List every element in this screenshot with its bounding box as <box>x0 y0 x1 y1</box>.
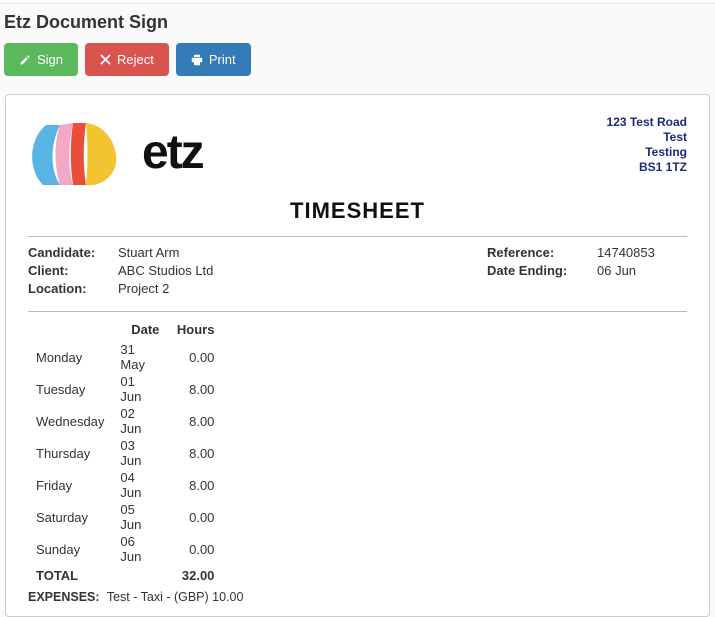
sign-button[interactable]: Sign <box>4 43 78 76</box>
reference-value: 14740853 <box>597 245 687 260</box>
day-hours: 8.00 <box>167 437 222 469</box>
client-label: Client: <box>28 263 118 278</box>
sign-button-label: Sign <box>37 52 63 67</box>
metadata-left: Candidate: Stuart Arm Client: ABC Studio… <box>28 245 213 299</box>
close-icon <box>100 54 111 65</box>
location-label: Location: <box>28 281 118 296</box>
page-header: Etz Document Sign <box>0 4 715 43</box>
print-button-label: Print <box>209 52 236 67</box>
divider <box>28 311 687 312</box>
logo-text: etz <box>142 125 203 180</box>
reference-label: Reference: <box>487 245 597 260</box>
document-frame: etz 123 Test Road Test Testing BS1 1TZ T… <box>5 94 710 617</box>
table-row: Tuesday01 Jun8.00 <box>28 373 222 405</box>
candidate-label: Candidate: <box>28 245 118 260</box>
hours-tbody: Monday31 May0.00 Tuesday01 Jun8.00 Wedne… <box>28 341 222 584</box>
hours-table: . Date Hours Monday31 May0.00 Tuesday01 … <box>28 320 222 584</box>
day-name: Friday <box>28 469 112 501</box>
print-button[interactable]: Print <box>176 43 251 76</box>
divider <box>28 236 687 237</box>
address-line: 123 Test Road <box>607 115 687 130</box>
table-row: Friday04 Jun8.00 <box>28 469 222 501</box>
date-ending-value: 06 Jun <box>597 263 687 278</box>
candidate-value: Stuart Arm <box>118 245 179 260</box>
day-name: Tuesday <box>28 373 112 405</box>
company-address: 123 Test Road Test Testing BS1 1TZ <box>607 115 687 175</box>
logo-block: etz <box>28 115 203 190</box>
expenses-text: Test - Taxi - (GBP) 10.00 <box>107 590 244 604</box>
day-hours: 8.00 <box>167 469 222 501</box>
total-label: TOTAL <box>28 565 112 584</box>
day-name: Saturday <box>28 501 112 533</box>
day-name: Wednesday <box>28 405 112 437</box>
table-row-total: TOTAL 32.00 <box>28 565 222 584</box>
table-row: Sunday06 Jun0.00 <box>28 533 222 565</box>
hours-header-date: Date <box>112 320 167 341</box>
day-name: Thursday <box>28 437 112 469</box>
table-row: Monday31 May0.00 <box>28 341 222 373</box>
day-hours: 8.00 <box>167 405 222 437</box>
day-hours: 0.00 <box>167 341 222 373</box>
day-date: 01 Jun <box>112 373 167 405</box>
day-name: Monday <box>28 341 112 373</box>
address-line: Testing <box>607 145 687 160</box>
table-row: Wednesday02 Jun8.00 <box>28 405 222 437</box>
day-date: 03 Jun <box>112 437 167 469</box>
printer-icon <box>191 54 203 66</box>
document-header: etz 123 Test Road Test Testing BS1 1TZ <box>28 115 687 190</box>
day-date: 31 May <box>112 341 167 373</box>
day-hours: 8.00 <box>167 373 222 405</box>
day-date: 02 Jun <box>112 405 167 437</box>
expenses-line: EXPENSES: Test - Taxi - (GBP) 10.00 <box>28 590 687 604</box>
table-row: Thursday03 Jun8.00 <box>28 437 222 469</box>
location-value: Project 2 <box>118 281 169 296</box>
day-name: Sunday <box>28 533 112 565</box>
metadata-right: Reference: 14740853 Date Ending: 06 Jun <box>487 245 687 299</box>
day-date: 06 Jun <box>112 533 167 565</box>
client-value: ABC Studios Ltd <box>118 263 213 278</box>
table-row: Saturday05 Jun0.00 <box>28 501 222 533</box>
day-date: 04 Jun <box>112 469 167 501</box>
action-button-row: Sign Reject Print <box>0 43 715 94</box>
hours-header-hours: Hours <box>167 320 222 341</box>
logo-mark-icon <box>28 115 128 190</box>
day-hours: 0.00 <box>167 501 222 533</box>
date-ending-label: Date Ending: <box>487 263 597 278</box>
pencil-icon <box>19 54 31 66</box>
reject-button-label: Reject <box>117 52 154 67</box>
total-hours: 32.00 <box>167 565 222 584</box>
page-title: Etz Document Sign <box>4 12 711 33</box>
expenses-label: EXPENSES: <box>28 590 100 604</box>
document-title: TIMESHEET <box>28 198 687 224</box>
address-line: Test <box>607 130 687 145</box>
address-line: BS1 1TZ <box>607 160 687 175</box>
day-date: 05 Jun <box>112 501 167 533</box>
day-hours: 0.00 <box>167 533 222 565</box>
reject-button[interactable]: Reject <box>85 43 169 76</box>
metadata-row: Candidate: Stuart Arm Client: ABC Studio… <box>28 245 687 307</box>
